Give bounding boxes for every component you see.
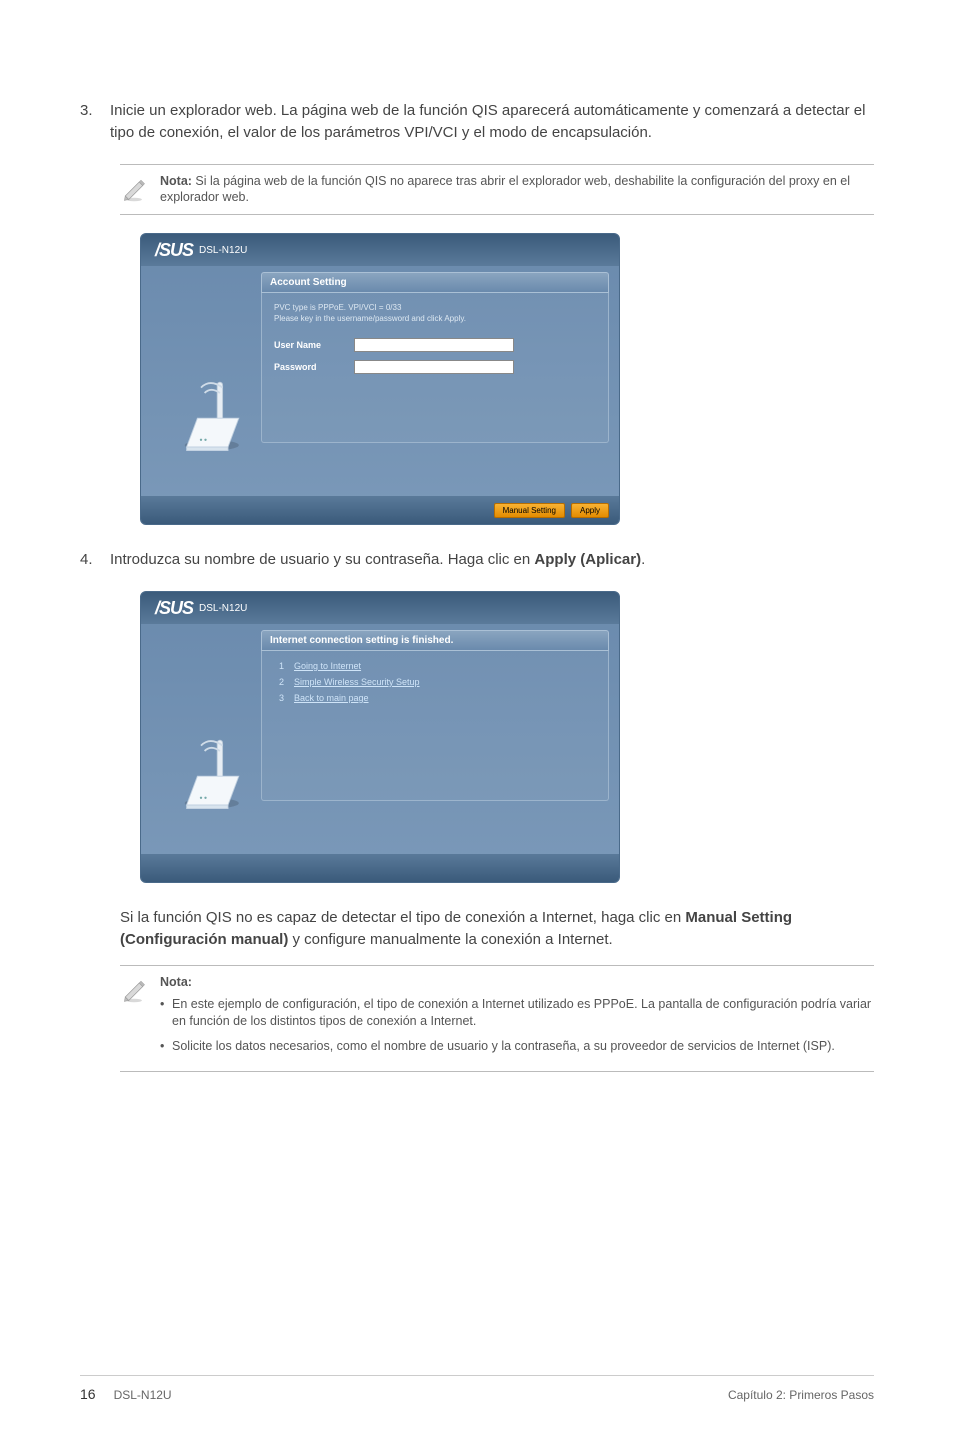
manual-setting-button[interactable]: Manual Setting [494, 503, 565, 518]
brand-logo: /SUS [155, 240, 193, 261]
link-num-2: 2 [274, 677, 284, 687]
screenshot-account-setting: /SUS DSL-N12U A [140, 233, 874, 525]
link-row-3: 3 Back to main page [274, 693, 596, 703]
step-3-number: 3. [80, 100, 110, 144]
step-4-number: 4. [80, 549, 110, 571]
footer-model: DSL-N12U [114, 1388, 172, 1402]
screenshot2-footer [141, 854, 619, 882]
note-1-label: Nota: [160, 174, 192, 188]
step-3-text: Inicie un explorador web. La página web … [110, 100, 874, 144]
note-2-item-1: En este ejemplo de configuración, el tip… [160, 996, 874, 1030]
link-row-2: 2 Simple Wireless Security Setup [274, 677, 596, 687]
note-2-heading: Nota: [160, 975, 192, 989]
pvc-line: PVC type is PPPoE. VPI/VCI = 0/33 [274, 303, 401, 312]
instruction-line: Please key in the username/password and … [274, 314, 466, 323]
password-row: Password [274, 360, 596, 374]
step-4-bold: Apply (Aplicar) [534, 551, 641, 568]
panel-title-finished: Internet connection setting is finished. [261, 630, 609, 651]
note-1-text: Nota: Si la página web de la función QIS… [160, 173, 874, 207]
screenshot-header: /SUS DSL-N12U [141, 234, 619, 266]
screenshot-connection-finished: /SUS DSL-N12U I [140, 591, 874, 883]
router-image-2 [156, 724, 246, 814]
note-block-2: Nota: En este ejemplo de configuración, … [120, 965, 874, 1073]
panel-title-account: Account Setting [261, 272, 609, 293]
page-number: 16 [80, 1386, 96, 1402]
link-row-1: 1 Going to Internet [274, 661, 596, 671]
note-2-item-2: Solicite los datos necesarios, como el n… [160, 1038, 874, 1055]
pencil-icon [120, 175, 148, 203]
note-1-body: Si la página web de la función QIS no ap… [160, 174, 850, 205]
step-3: 3. Inicie un explorador web. La página w… [80, 100, 874, 144]
finish-link-list: 1 Going to Internet 2 Simple Wireless Secu… [274, 661, 596, 703]
panel-subtext: PVC type is PPPoE. VPI/VCI = 0/33 Please… [274, 303, 596, 324]
link-wireless-setup[interactable]: Simple Wireless Security Setup [294, 677, 420, 687]
screenshot-footer: Manual Setting Apply [141, 496, 619, 524]
step-4-text: Introduzca su nombre de usuario y su con… [110, 549, 874, 571]
qis-manual-paragraph: Si la función QIS no es capaz de detecta… [120, 907, 874, 951]
step-4: 4. Introduzca su nombre de usuario y su … [80, 549, 874, 571]
model-label: DSL-N12U [199, 245, 247, 256]
brand-logo-2: /SUS [155, 598, 193, 619]
link-num-1: 1 [274, 661, 284, 671]
apply-button[interactable]: Apply [571, 503, 609, 518]
note-2-content: Nota: En este ejemplo de configuración, … [160, 974, 874, 1064]
password-label: Password [274, 362, 344, 372]
model-label-2: DSL-N12U [199, 603, 247, 614]
link-going-internet[interactable]: Going to Internet [294, 661, 361, 671]
qis-pre: Si la función QIS no es capaz de detecta… [120, 909, 685, 926]
username-input[interactable] [354, 338, 514, 352]
username-row: User Name [274, 338, 596, 352]
note-block-1: Nota: Si la página web de la función QIS… [120, 164, 874, 216]
screenshot2-header: /SUS DSL-N12U [141, 592, 619, 624]
step-4-prefix: Introduzca su nombre de usuario y su con… [110, 551, 534, 568]
username-label: User Name [274, 340, 344, 350]
router-image [156, 366, 246, 456]
step-4-suffix: . [641, 551, 645, 568]
footer-chapter: Capítulo 2: Primeros Pasos [728, 1388, 874, 1402]
qis-post: y configure manualmente la conexión a In… [288, 931, 612, 948]
pencil-icon-2 [120, 976, 148, 1004]
page-footer: 16 DSL-N12U Capítulo 2: Primeros Pasos [80, 1375, 874, 1402]
link-num-3: 3 [274, 693, 284, 703]
link-back-main[interactable]: Back to main page [294, 693, 369, 703]
password-input[interactable] [354, 360, 514, 374]
note-2-list: En este ejemplo de configuración, el tip… [160, 996, 874, 1055]
